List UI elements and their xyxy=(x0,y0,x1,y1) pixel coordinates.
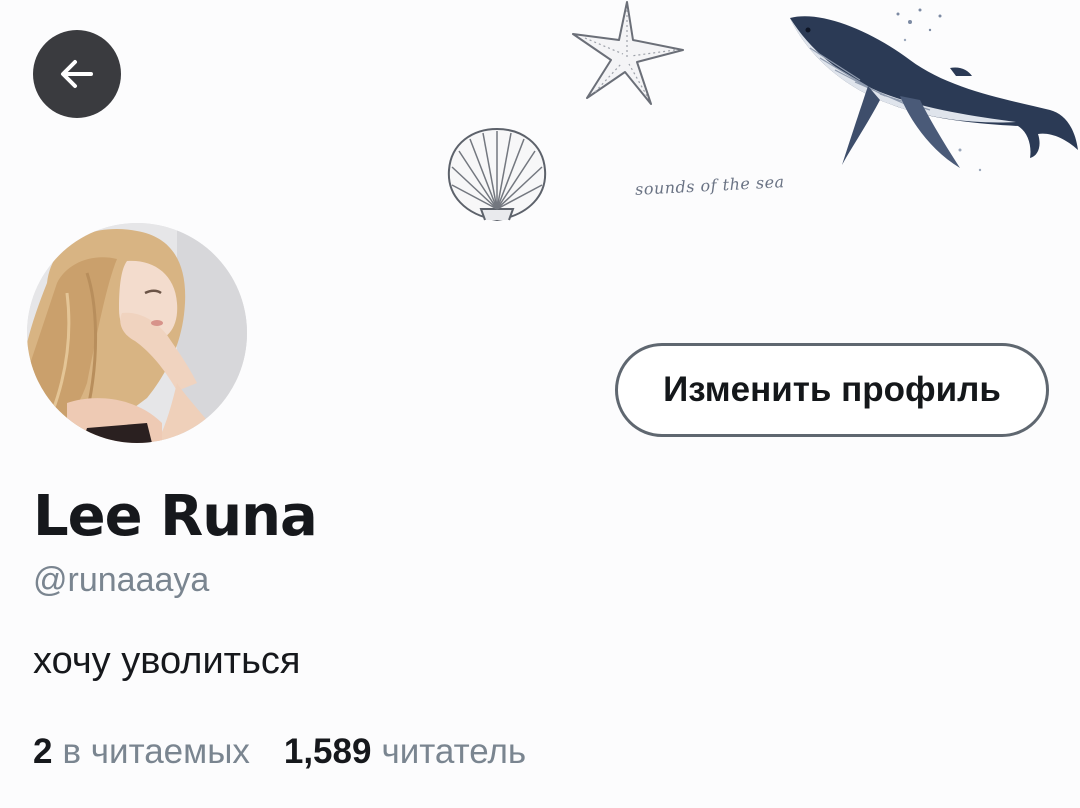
avatar[interactable] xyxy=(27,223,247,443)
banner-caption: sounds of the sea xyxy=(634,172,786,199)
arrow-left-icon xyxy=(61,60,93,88)
edit-profile-button[interactable]: Изменить профиль xyxy=(615,343,1049,437)
username-handle: @runaaaya xyxy=(33,561,210,599)
profile-page: sounds of the sea Изменить профиль Lee R… xyxy=(0,0,1080,808)
profile-bio: хочу уволиться xyxy=(33,640,301,682)
followers-count: 1,589 xyxy=(283,732,372,771)
seashell-illustration xyxy=(447,127,547,222)
following-count: 2 xyxy=(33,732,53,771)
whale-illustration xyxy=(790,8,1078,172)
followers-stat[interactable]: 1,589 читатель xyxy=(284,732,526,772)
following-label: в читаемых xyxy=(62,732,250,771)
display-name: Lee Runa xyxy=(33,484,318,549)
starfish-illustration xyxy=(572,1,684,105)
following-stat[interactable]: 2 в читаемых xyxy=(33,732,250,772)
back-button[interactable] xyxy=(33,30,121,118)
followers-label: читатель xyxy=(381,732,527,771)
avatar-photo xyxy=(27,223,247,443)
profile-stats: 2 в читаемых 1,589 читатель xyxy=(33,732,526,772)
profile-banner[interactable]: sounds of the sea xyxy=(0,0,1080,260)
